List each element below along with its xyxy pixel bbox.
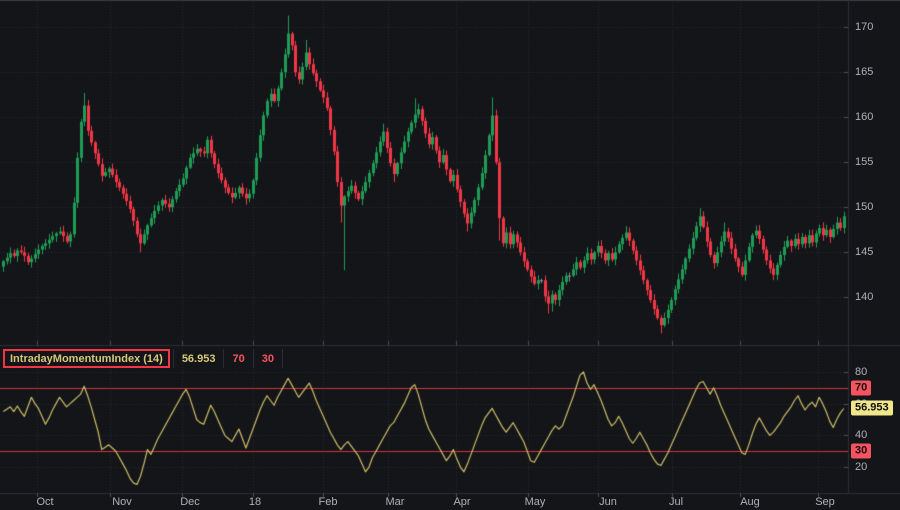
chart-widget: 170165160155150145140 806040207056.95330… <box>0 0 900 510</box>
time-tick-label: May <box>524 496 546 508</box>
indicator-oversold-cell: 30 <box>254 349 283 368</box>
indicator-name: IntradayMomentumIndex (14) <box>10 352 163 365</box>
time-tick-label: Dec <box>180 496 200 508</box>
indicator-overbought-cell: 70 <box>224 349 254 368</box>
time-tick-label: Feb <box>318 496 338 508</box>
indicator-oversold: 30 <box>261 352 274 365</box>
time-tick-label: Sep <box>815 496 835 508</box>
time-tick-label: Aug <box>740 496 760 508</box>
time-tick-label: Apr <box>453 496 471 508</box>
time-tick-label: Jul <box>668 496 684 508</box>
axis-value-badge: 30 <box>851 443 872 459</box>
time-tick-label: Oct <box>36 496 54 508</box>
time-tick-label: Mar <box>385 496 405 508</box>
time-tick-label: Jun <box>599 496 617 508</box>
chart-canvas[interactable] <box>0 0 900 510</box>
indicator-legend: IntradayMomentumIndex (14) 56.953 70 30 <box>3 349 283 368</box>
indicator-overbought: 70 <box>232 352 245 365</box>
axis-value-badge: 70 <box>851 380 872 396</box>
time-tick-label: 18 <box>248 496 262 508</box>
indicator-value-cell: 56.953 <box>172 349 225 368</box>
indicator-value: 56.953 <box>181 352 216 365</box>
indicator-name-box[interactable]: IntradayMomentumIndex (14) <box>3 349 170 368</box>
time-tick-label: Nov <box>112 496 132 508</box>
axis-value-badge: 56.953 <box>851 400 893 416</box>
